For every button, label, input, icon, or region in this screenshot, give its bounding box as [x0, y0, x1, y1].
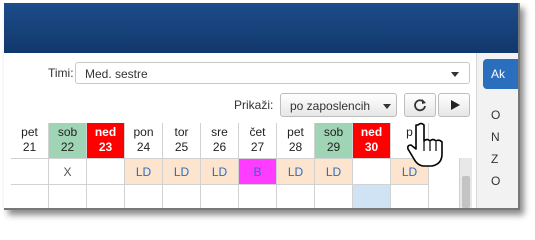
schedule-cell[interactable] [315, 185, 353, 208]
day-header: čet 27 [239, 123, 277, 159]
day-of-week: sob [57, 125, 78, 139]
day-date: 28 [288, 140, 303, 154]
day-of-week: sob [323, 125, 344, 139]
schedule-cell[interactable]: LD [201, 159, 239, 185]
day-date: 29 [326, 140, 341, 154]
day-header: sob 22 [49, 123, 87, 159]
day-of-week: pet [21, 125, 38, 139]
side-panel: Ak O N Z O [476, 53, 518, 208]
day-header: pet 28 [277, 123, 315, 159]
timi-label: Timi: [48, 66, 74, 80]
prikazi-dropdown[interactable]: po zaposlencih [280, 93, 397, 117]
schedule-cell[interactable]: LD [315, 159, 353, 185]
schedule-cell[interactable]: B [239, 159, 277, 185]
chevron-down-icon [451, 72, 459, 77]
side-item[interactable]: O [491, 174, 500, 188]
day-of-week: pon [133, 125, 154, 139]
schedule-cell[interactable]: LD [125, 159, 163, 185]
schedule-cell[interactable] [49, 185, 87, 208]
play-icon [451, 100, 460, 110]
day-header: tor 25 [163, 123, 201, 159]
hand-cursor-icon [407, 122, 443, 167]
day-of-week: ned [94, 125, 117, 139]
schedule-cell[interactable] [11, 185, 49, 208]
day-header: ned 30 [353, 123, 391, 159]
schedule-cell[interactable] [277, 185, 315, 208]
refresh-button[interactable] [404, 93, 436, 117]
refresh-icon [414, 99, 426, 112]
day-of-week: pet [287, 125, 304, 139]
day-header: sob 29 [315, 123, 353, 159]
schedule-cell[interactable]: LD [163, 159, 201, 185]
day-date: 30 [364, 140, 379, 154]
day-date: 26 [212, 140, 227, 154]
day-date: 23 [98, 140, 113, 154]
day-date: 22 [60, 140, 75, 154]
schedule-cell[interactable] [239, 185, 277, 208]
side-item[interactable]: O [491, 108, 500, 122]
schedule-cell[interactable]: LD [277, 159, 315, 185]
scrollbar-thumb[interactable] [462, 176, 470, 208]
day-date: 21 [22, 140, 37, 154]
schedule-cell[interactable] [87, 159, 125, 185]
schedule-cell[interactable] [125, 185, 163, 208]
schedule-cell[interactable] [163, 185, 201, 208]
prikazi-label: Prikaži: [234, 98, 274, 112]
schedule-cell[interactable] [11, 159, 49, 185]
prikazi-value: po zaposlencih [290, 99, 371, 113]
schedule-cell[interactable] [391, 185, 429, 208]
day-header: ned 23 [87, 123, 125, 159]
side-item[interactable]: Z [491, 152, 498, 166]
day-header: sre 26 [201, 123, 239, 159]
day-header: pet 21 [11, 123, 49, 159]
schedule-cell[interactable] [201, 185, 239, 208]
day-of-week: tor [174, 125, 189, 139]
side-item[interactable]: N [491, 130, 500, 144]
next-button[interactable] [438, 93, 470, 117]
screenshot-frame: Timi: Med. sestre Prikaži: po zaposlenci… [4, 3, 520, 210]
day-date: 24 [136, 140, 151, 154]
schedule-cell[interactable] [87, 185, 125, 208]
schedule-cell[interactable] [353, 185, 391, 208]
day-of-week: čet [249, 125, 266, 139]
day-header: pon 24 [125, 123, 163, 159]
schedule-cell[interactable] [353, 159, 391, 185]
day-of-week: sre [211, 125, 228, 139]
day-date: 25 [174, 140, 189, 154]
schedule-cell[interactable]: X [49, 159, 87, 185]
app-header [4, 3, 518, 53]
day-of-week: ned [360, 125, 383, 139]
day-date: 27 [250, 140, 265, 154]
vertical-scrollbar[interactable] [459, 158, 472, 208]
chevron-down-icon [383, 104, 391, 109]
timi-select[interactable]: Med. sestre [75, 62, 470, 84]
side-action-button[interactable]: Ak [483, 59, 518, 89]
timi-select-value: Med. sestre [85, 67, 148, 81]
